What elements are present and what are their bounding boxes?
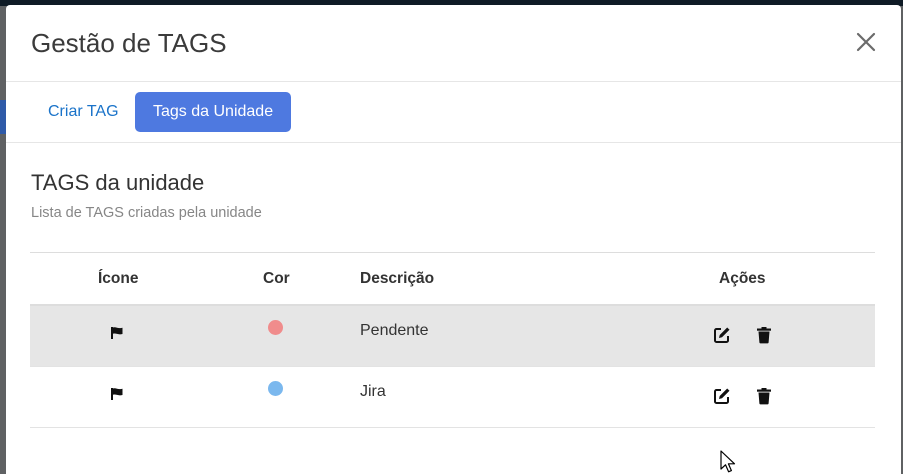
close-icon: [856, 32, 876, 52]
tags-table: Ícone Cor Descrição Ações Pendente Jira: [30, 252, 875, 428]
header-cor: Cor: [263, 270, 290, 287]
edit-button[interactable]: [713, 387, 731, 405]
tab-bar: Criar TAG Tags da Unidade: [6, 82, 901, 143]
flag-icon: [111, 388, 123, 400]
tab-tags-da-unidade[interactable]: Tags da Unidade: [135, 92, 292, 132]
tab-criar-tag[interactable]: Criar TAG: [30, 92, 119, 132]
trash-icon: [757, 388, 771, 405]
edit-button[interactable]: [713, 326, 731, 344]
table-row: Jira: [30, 367, 875, 428]
trash-icon: [757, 327, 771, 344]
modal-title: Gestão de TAGS: [31, 28, 227, 58]
tag-description: Pendente: [360, 322, 429, 339]
color-swatch: [268, 381, 283, 396]
section-title: TAGS da unidade: [31, 170, 205, 195]
modal-header: Gestão de TAGS: [6, 5, 901, 82]
mouse-cursor-icon: [720, 450, 736, 473]
close-button[interactable]: [855, 31, 877, 53]
header-icone: Ícone: [98, 270, 139, 287]
header-descricao: Descrição: [360, 270, 435, 287]
tag-description: Jira: [360, 383, 386, 400]
flag-icon: [111, 327, 123, 339]
color-swatch: [268, 320, 283, 335]
table-header: Ícone Cor Descrição Ações: [30, 253, 875, 306]
delete-button[interactable]: [755, 326, 773, 344]
section-subtitle: Lista de TAGS criadas pela unidade: [31, 205, 262, 221]
tags-modal: Gestão de TAGS Criar TAG Tags da Unidade…: [6, 5, 901, 474]
header-acoes: Ações: [719, 270, 766, 287]
edit-icon: [714, 327, 730, 343]
edit-icon: [714, 388, 730, 404]
table-row: Pendente: [30, 306, 875, 367]
delete-button[interactable]: [755, 387, 773, 405]
